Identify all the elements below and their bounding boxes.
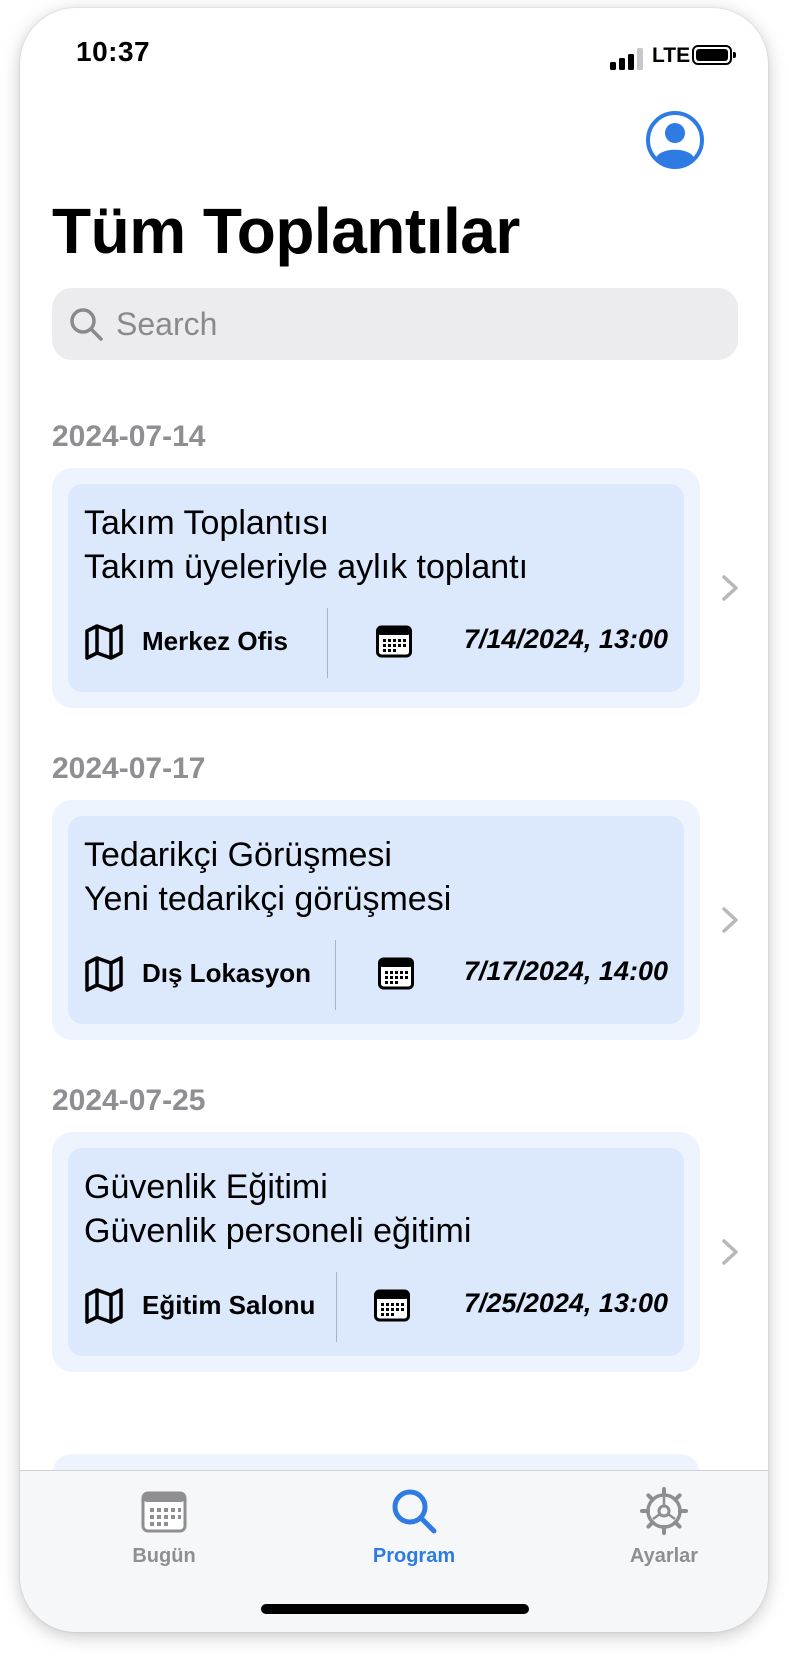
meeting-datetime: 7/25/2024, 13:00 bbox=[463, 1288, 668, 1318]
map-icon bbox=[85, 956, 123, 992]
meeting-card-content: Güvenlik Eğitimi Güvenlik personeli eğit… bbox=[68, 1148, 684, 1356]
map-icon bbox=[85, 1288, 123, 1324]
meeting-description: Güvenlik personeli eğitimi bbox=[84, 1212, 472, 1250]
meeting-card[interactable]: Güvenlik Eğitimi Güvenlik personeli eğit… bbox=[52, 1132, 700, 1372]
calendar-icon bbox=[376, 625, 412, 658]
network-type: LTE bbox=[652, 44, 691, 67]
home-indicator bbox=[261, 1604, 529, 1614]
section-date: 2024-07-14 bbox=[52, 420, 206, 453]
battery-icon bbox=[692, 45, 736, 65]
meeting-description: Takım üyeleriyle aylık toplantı bbox=[84, 548, 529, 586]
chevron-right-icon[interactable] bbox=[720, 1237, 740, 1267]
tab-label: Bugün bbox=[132, 1545, 196, 1567]
meeting-card[interactable]: Takım Toplantısı Takım üyeleriyle aylık … bbox=[52, 468, 700, 708]
calendar-icon bbox=[141, 1491, 187, 1533]
section-date: 2024-07-17 bbox=[52, 752, 206, 785]
phone-frame: 10:37 LTE Tüm Toplantılar Search 2024-07… bbox=[20, 8, 768, 1632]
meeting-card[interactable]: Tedarikçi Görüşmesi Yeni tedarikçi görüş… bbox=[52, 800, 700, 1040]
calendar-icon bbox=[378, 957, 414, 990]
page-title: Tüm Toplantılar bbox=[52, 195, 520, 267]
meeting-datetime: 7/14/2024, 13:00 bbox=[463, 624, 668, 654]
meeting-title: Güvenlik Eğitimi bbox=[84, 1168, 328, 1206]
status-bar: 10:37 LTE bbox=[20, 8, 768, 98]
chevron-right-icon[interactable] bbox=[720, 573, 740, 603]
meeting-card-content: Takım Toplantısı Takım üyeleriyle aylık … bbox=[68, 484, 684, 692]
search-input[interactable]: Search bbox=[116, 306, 217, 343]
meeting-location: Eğitim Salonu bbox=[142, 1290, 316, 1320]
chevron-right-icon[interactable] bbox=[720, 905, 740, 935]
meeting-location: Dış Lokasyon bbox=[142, 958, 312, 988]
tab-ayarlar[interactable]: Ayarlar bbox=[564, 1471, 764, 1581]
meeting-description: Yeni tedarikçi görüşmesi bbox=[84, 880, 452, 918]
meeting-title: Tedarikçi Görüşmesi bbox=[84, 836, 392, 874]
tab-program[interactable]: Program bbox=[314, 1471, 514, 1581]
status-time: 10:37 bbox=[76, 36, 151, 67]
tab-label: Ayarlar bbox=[629, 1545, 699, 1567]
map-icon bbox=[85, 624, 123, 660]
meeting-title: Takım Toplantısı bbox=[84, 504, 330, 542]
meeting-location: Merkez Ofis bbox=[142, 626, 288, 656]
divider bbox=[327, 608, 328, 678]
divider bbox=[335, 940, 336, 1010]
tab-bugun[interactable]: Bugün bbox=[64, 1471, 264, 1581]
tab-label: Program bbox=[372, 1545, 456, 1567]
gear-icon bbox=[640, 1487, 688, 1535]
signal-icon bbox=[610, 48, 644, 70]
calendar-icon bbox=[374, 1289, 410, 1322]
search-icon bbox=[70, 308, 103, 341]
search-field[interactable]: Search bbox=[52, 288, 738, 360]
section-date: 2024-07-25 bbox=[52, 1084, 206, 1117]
meeting-card-content: Tedarikçi Görüşmesi Yeni tedarikçi görüş… bbox=[68, 816, 684, 1024]
meeting-datetime: 7/17/2024, 14:00 bbox=[463, 956, 668, 986]
divider bbox=[336, 1272, 337, 1342]
search-icon bbox=[392, 1489, 437, 1534]
person-circle-icon[interactable] bbox=[645, 110, 705, 170]
